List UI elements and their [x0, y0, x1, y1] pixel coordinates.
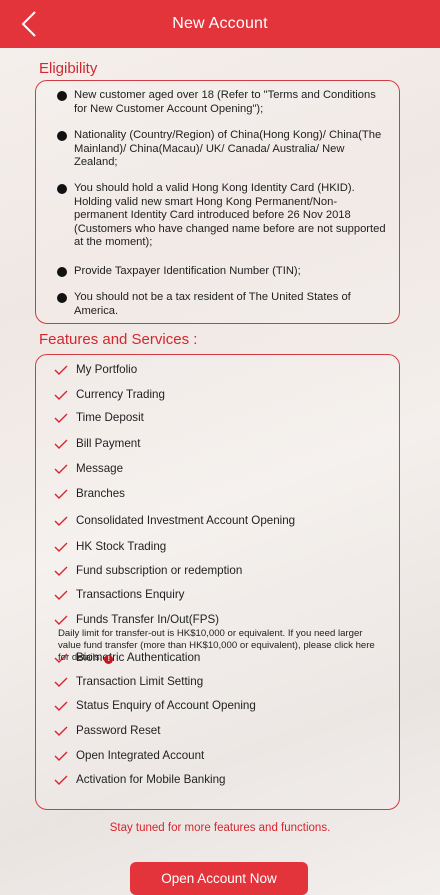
- check-icon: [54, 463, 68, 475]
- eligibility-panel: New customer aged over 18 (Refer to "Ter…: [35, 80, 400, 324]
- check-icon: [54, 676, 68, 688]
- bullet-icon: [57, 184, 67, 194]
- check-icon: [54, 389, 68, 401]
- feature-item: My Portfolio: [54, 363, 387, 377]
- check-icon: [54, 515, 68, 527]
- eligibility-item: Provide Taxpayer Identification Number (…: [56, 265, 387, 279]
- app-header: New Account: [0, 0, 440, 48]
- feature-item: Fund subscription or redemption: [54, 564, 387, 578]
- feature-item: Activation for Mobile Banking: [54, 773, 387, 787]
- eligibility-item: Nationality (Country/Region) of China(Ho…: [56, 129, 387, 170]
- feature-item: Branches: [54, 487, 387, 501]
- eligibility-item: You should not be a tax resident of The …: [56, 291, 387, 318]
- chevron-left-icon: [21, 11, 36, 37]
- check-icon: [54, 750, 68, 762]
- check-icon: [54, 488, 68, 500]
- eligibility-item: You should hold a valid Hong Kong Identi…: [56, 182, 387, 250]
- check-icon: [54, 565, 68, 577]
- bullet-icon: [57, 91, 67, 101]
- feature-item: Open Integrated Account: [54, 749, 387, 763]
- eligibility-item: New customer aged over 18 (Refer to "Ter…: [56, 89, 387, 116]
- feature-item: Currency Trading: [54, 388, 387, 402]
- check-icon: [54, 364, 68, 376]
- open-account-button[interactable]: Open Account Now: [130, 862, 308, 895]
- feature-item: Message: [54, 462, 387, 476]
- features-title: Features and Services :: [39, 331, 198, 348]
- feature-item: Status Enquiry of Account Opening: [54, 699, 387, 713]
- feature-item: Transactions Enquiry: [54, 588, 387, 602]
- bullet-icon: [57, 293, 67, 303]
- check-icon: [54, 774, 68, 786]
- feature-item: Password Reset: [54, 724, 387, 738]
- feature-item: Bill Payment: [54, 437, 387, 451]
- feature-item: Time Deposit: [54, 411, 387, 425]
- check-icon: [54, 412, 68, 424]
- check-icon: [54, 725, 68, 737]
- bullet-icon: [57, 131, 67, 141]
- check-icon: [54, 438, 68, 450]
- page-title: New Account: [172, 15, 268, 32]
- fps-limit-note[interactable]: Daily limit for transfer-out is HK$10,00…: [58, 628, 388, 664]
- check-icon: [54, 614, 68, 626]
- check-icon: [54, 541, 68, 553]
- eligibility-title: Eligibility: [39, 60, 98, 77]
- stay-tuned-text: Stay tuned for more features and functio…: [109, 822, 331, 834]
- check-icon: [54, 589, 68, 601]
- feature-item: Transaction Limit Setting: [54, 675, 387, 689]
- back-button[interactable]: [14, 8, 44, 40]
- bullet-icon: [57, 267, 67, 277]
- feature-item: HK Stock Trading: [54, 540, 387, 554]
- features-panel: My Portfolio Currency Trading Time Deposit…: [35, 354, 400, 810]
- feature-item: Consolidated Investment Account Opening: [54, 514, 387, 528]
- feature-item: Funds Transfer In/Out(FPS): [54, 613, 387, 627]
- check-icon: [54, 700, 68, 712]
- info-icon[interactable]: !: [104, 654, 114, 664]
